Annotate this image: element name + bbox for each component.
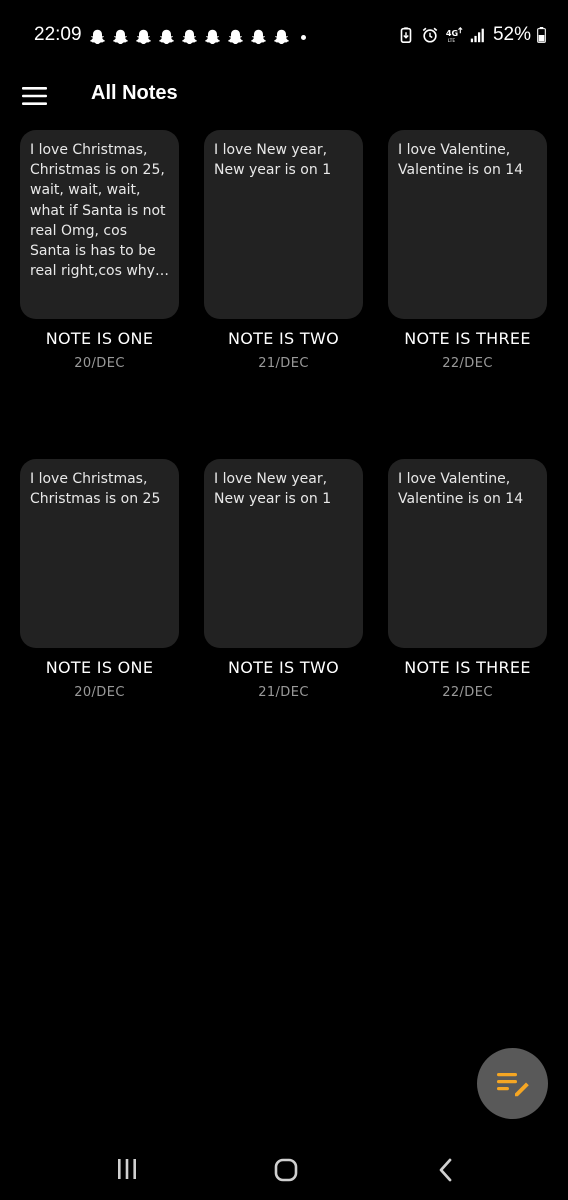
system-nav-bar [0, 1140, 568, 1200]
note-preview: I love New year, New year is on 1 [214, 142, 332, 179]
note-preview: I love Christmas, Christmas is on 25 [30, 471, 161, 508]
svg-text:4G: 4G [446, 28, 459, 38]
snapchat-icon [90, 29, 105, 45]
note-date: 20/DEC [74, 356, 125, 371]
note-card[interactable]: I love Valentine, Valentine is on 14 [388, 459, 547, 648]
compose-note-icon [496, 1072, 529, 1096]
notes-grid: I love Christmas, Christmas is on 25, wa… [20, 130, 548, 700]
battery-icon [537, 27, 546, 43]
note-item: I love Christmas, Christmas is on 25, wa… [20, 130, 179, 371]
back-icon[interactable] [437, 1158, 453, 1182]
note-card[interactable]: I love Christmas, Christmas is on 25 [20, 459, 179, 648]
new-note-button[interactable] [477, 1048, 548, 1119]
note-preview: I love Christmas, Christmas is on 25, wa… [30, 142, 166, 280]
svg-text:LTE: LTE [448, 38, 456, 44]
status-bar: 22:09 4G LTE 52% [0, 0, 568, 72]
alarm-icon [422, 27, 438, 43]
note-item: I love Valentine, Valentine is on 14 NOT… [388, 459, 547, 700]
page-title: All Notes [91, 82, 178, 104]
signal-strength-icon [470, 28, 484, 43]
note-title: NOTE IS ONE [45, 658, 154, 677]
snapchat-icon [251, 29, 266, 45]
note-title: NOTE IS TWO [228, 329, 339, 348]
system-status-icons: 4G LTE 52% [397, 24, 546, 46]
snapchat-icon [136, 29, 151, 45]
note-date: 20/DEC [74, 685, 125, 700]
note-preview: I love New year, New year is on 1 [214, 471, 332, 508]
note-title: NOTE IS TWO [228, 658, 339, 677]
battery-percent: 52% [492, 24, 531, 45]
hamburger-menu-icon[interactable] [22, 86, 48, 106]
note-date: 22/DEC [442, 685, 493, 700]
home-icon[interactable] [274, 1158, 298, 1182]
note-item: I love New year, New year is on 1 NOTE I… [204, 130, 363, 371]
note-card[interactable]: I love New year, New year is on 1 [204, 130, 363, 319]
status-time: 22:09 [34, 24, 82, 45]
note-date: 21/DEC [258, 356, 309, 371]
snapchat-icon [205, 29, 220, 45]
more-notifications-dot [301, 34, 306, 40]
snapchat-icon [182, 29, 197, 45]
note-item: I love New year, New year is on 1 NOTE I… [204, 459, 363, 700]
snapchat-icon [274, 29, 289, 45]
note-preview: I love Valentine, Valentine is on 14 [398, 471, 524, 508]
note-item: I love Valentine, Valentine is on 14 NOT… [388, 130, 547, 371]
note-card[interactable]: I love Valentine, Valentine is on 14 [388, 130, 547, 319]
note-card[interactable]: I love Christmas, Christmas is on 25, wa… [20, 130, 179, 319]
recents-icon[interactable] [116, 1158, 138, 1180]
note-date: 22/DEC [442, 356, 493, 371]
note-title: NOTE IS THREE [404, 329, 531, 348]
snapchat-icon [159, 29, 174, 45]
notification-icons [88, 28, 306, 46]
note-preview: I love Valentine, Valentine is on 14 [398, 142, 524, 179]
note-card[interactable]: I love New year, New year is on 1 [204, 459, 363, 648]
note-title: NOTE IS THREE [404, 658, 531, 677]
note-date: 21/DEC [258, 685, 309, 700]
4g-lte-icon: 4GLTE [446, 27, 463, 44]
data-saver-icon [400, 27, 412, 44]
app-bar: All Notes [0, 72, 568, 118]
snapchat-icon [228, 29, 243, 45]
note-item: I love Christmas, Christmas is on 25 NOT… [20, 459, 179, 700]
note-title: NOTE IS ONE [45, 329, 154, 348]
snapchat-icon [113, 29, 128, 45]
